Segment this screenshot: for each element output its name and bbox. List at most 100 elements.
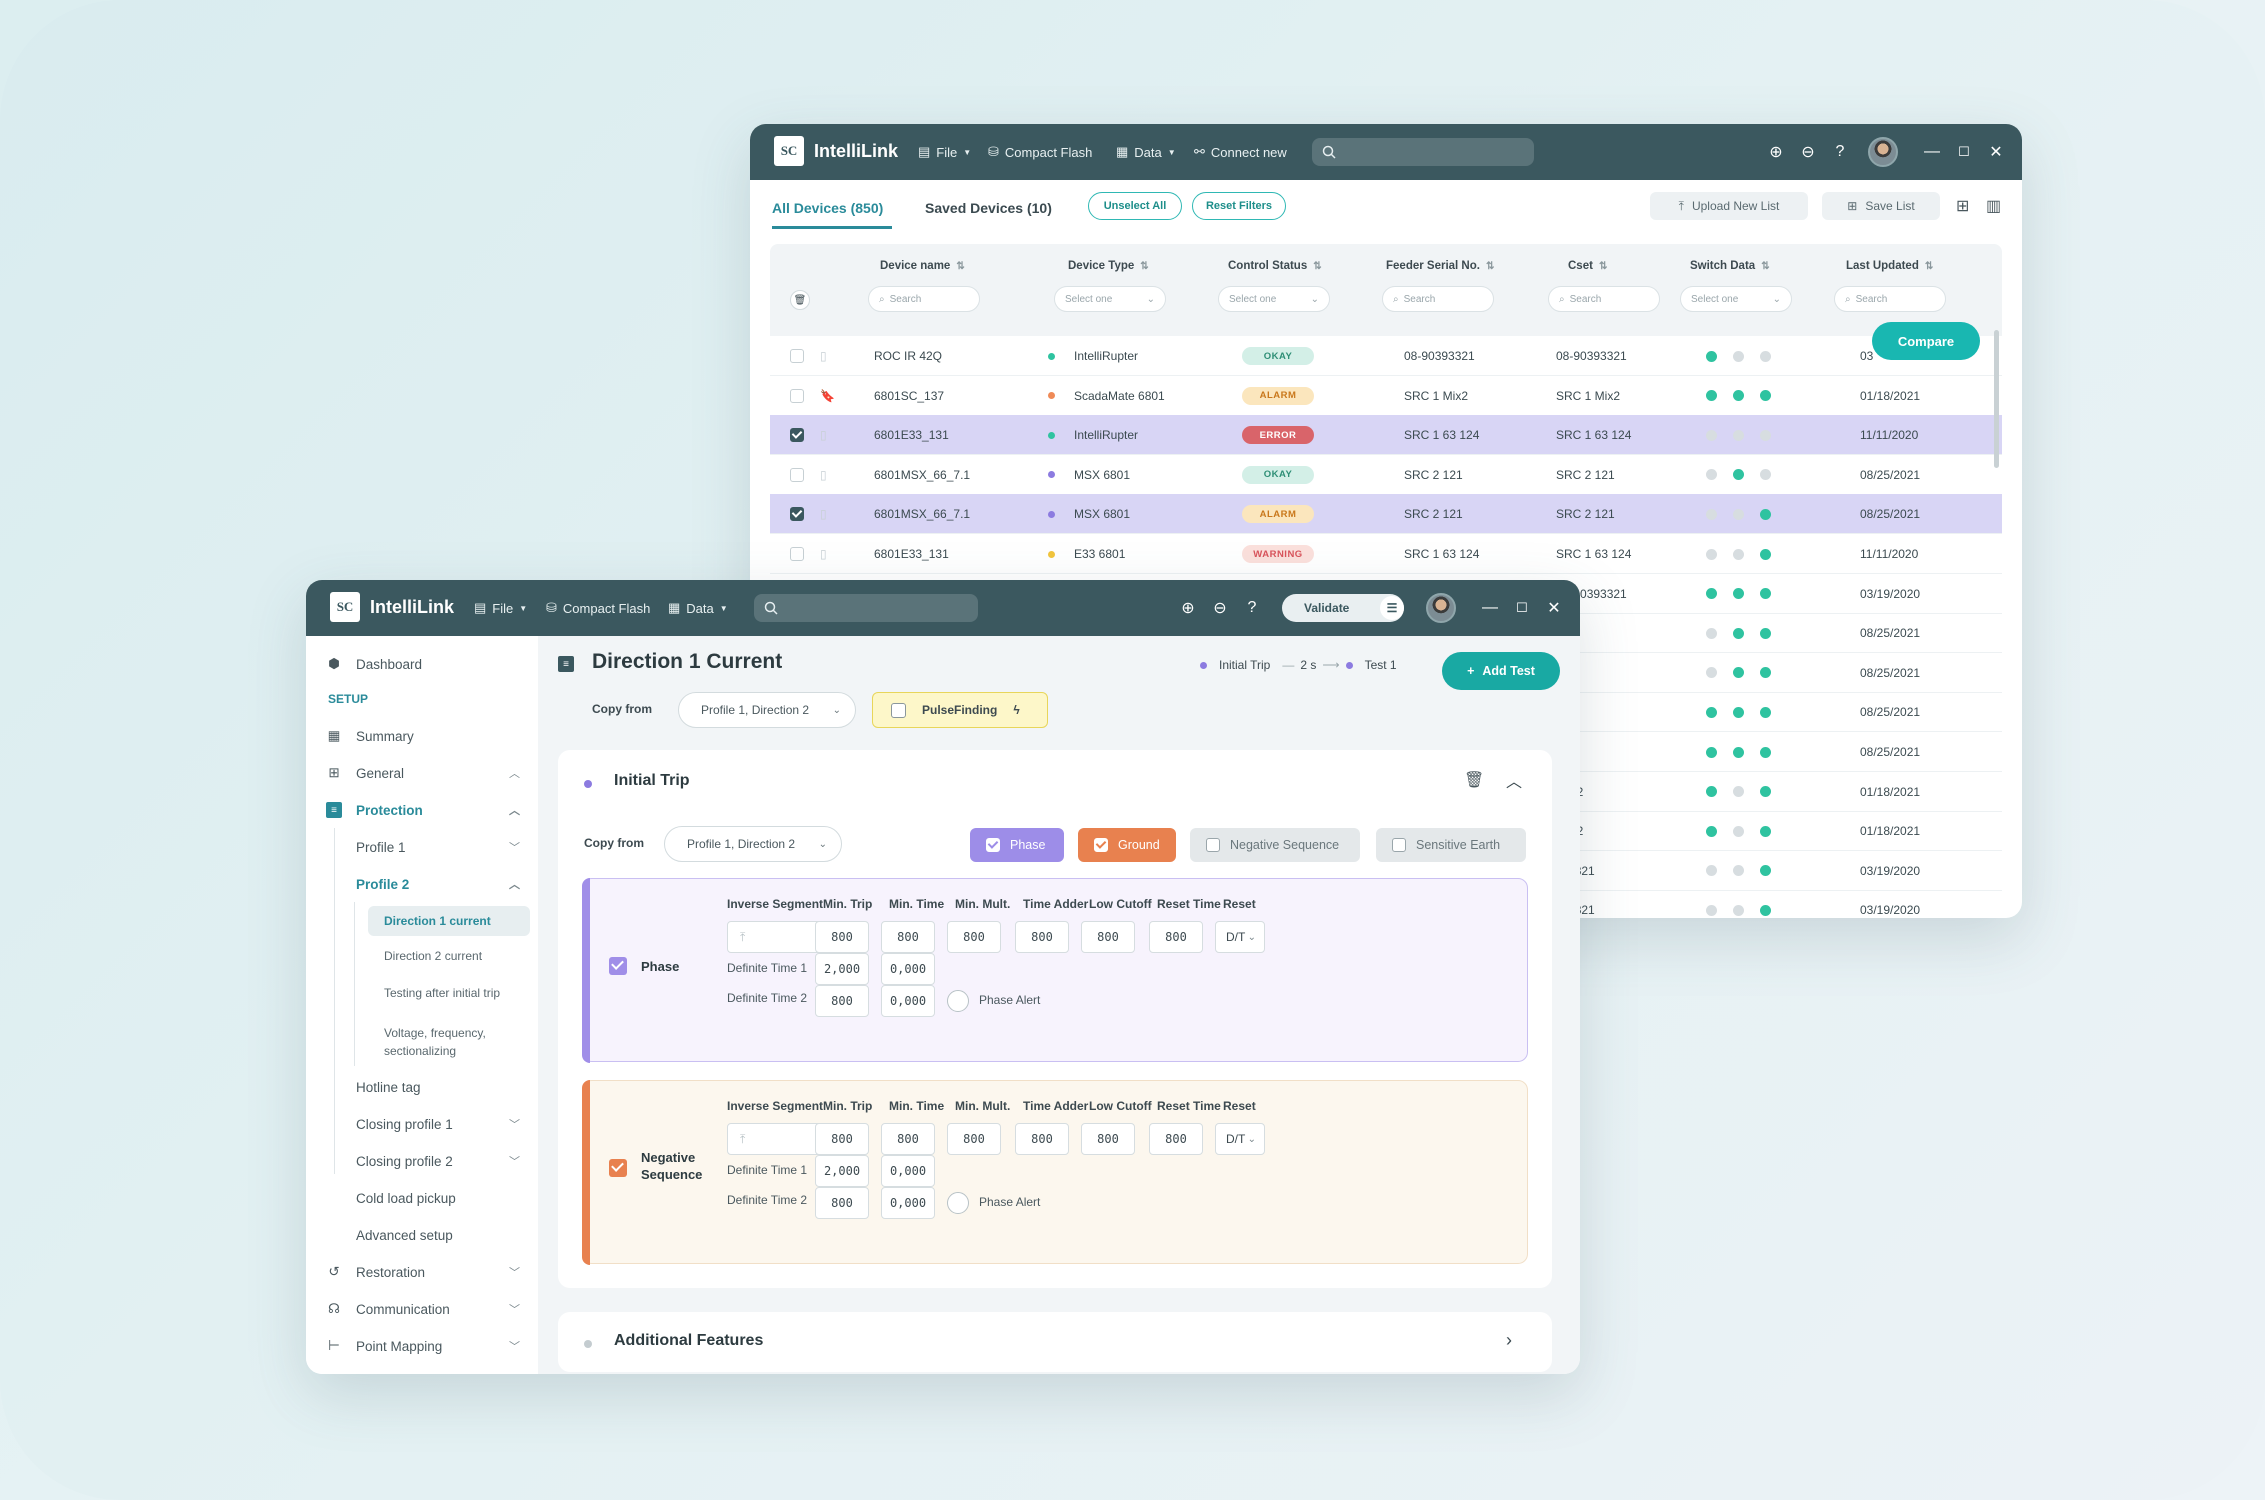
menu-connect-new[interactable]: ⚯ Connect new [1194,124,1287,180]
definite-time-1-trip[interactable]: 2,000 [815,953,869,985]
phase-checkbox[interactable] [986,838,1000,852]
filter-feeder[interactable]: ⌕ Search [1382,286,1494,312]
row-checkbox-cell[interactable] [790,534,804,574]
timeline-step1[interactable]: Initial Trip [1219,658,1270,672]
trash-icon[interactable]: 🗑 [790,290,810,310]
col-control-status[interactable]: Control Status ⇅ [1228,260,1322,272]
pulsefinding-toggle[interactable]: PulseFinding ϟ [872,692,1048,728]
columns-icon[interactable]: ▥ [1986,196,2001,216]
min-mult-input[interactable]: 800 [947,921,1001,953]
avatar[interactable] [1868,137,1898,167]
definite-time-2-trip[interactable]: 800 [815,985,869,1017]
low-cutoff-input[interactable]: 800 [1081,921,1135,953]
sidebar-item-restoration[interactable]: ↺ Restoration ﹀ [306,1254,538,1290]
sidebar-item-profile2[interactable]: Profile 2 ︿ [306,866,538,902]
row-checkbox-cell[interactable] [790,415,804,455]
chevron-up-icon[interactable]: ︿ [1506,768,1522,792]
min-trip-input[interactable]: 800 [815,1123,869,1155]
definite-time-2-trip[interactable]: 800 [815,1187,869,1219]
sidebar-item-closing1[interactable]: Closing profile 1 ﹀ [306,1106,538,1142]
phase-alert-radio[interactable] [947,1192,969,1214]
add-test-button[interactable]: + Add Test [1442,652,1560,690]
definite-time-1-time[interactable]: 0,000 [881,953,935,985]
table-row[interactable]: ▯ 6801MSX_66_7.1 MSX 6801 OKAY SRC 2 121 SRC … [770,455,2002,495]
row-checkbox[interactable] [790,467,804,482]
time-adder-input[interactable]: 800 [1015,1123,1069,1155]
col-switch-data[interactable]: Switch Data ⇅ [1690,260,1770,272]
row-checkbox[interactable] [790,388,804,403]
grid-view-icon[interactable]: ⊞ [1956,196,1969,216]
time-adder-input[interactable]: 800 [1015,921,1069,953]
menu-data[interactable]: ▦ Data ▼ [668,580,728,636]
filter-device-name[interactable]: ⌕ Search [868,286,980,312]
ground-checkbox[interactable] [1094,838,1108,852]
sidebar-item-summary[interactable]: ▦ Summary [306,718,538,754]
phase-checkbox[interactable] [609,957,627,975]
help-icon[interactable]: ? [1828,124,1852,180]
table-row[interactable]: ▯ ROC IR 42Q IntelliRupter OKAY 08-90393321 0… [770,336,2002,376]
save-list-button[interactable]: ⊞ Save List [1822,192,1940,220]
sidebar-item-direction2[interactable]: Direction 2 current [384,949,482,963]
help-icon[interactable]: ? [1240,580,1264,636]
menu-file[interactable]: ▤ File ▼ [474,580,527,636]
search-input[interactable] [754,594,978,622]
filter-cset[interactable]: ⌕ Search [1548,286,1660,312]
tab-all-devices[interactable]: All Devices (850) [772,200,883,216]
filter-device-type[interactable]: Select one ⌄ [1054,286,1166,312]
chip-negative-sequence[interactable]: Negative Sequence [1190,828,1360,862]
low-cutoff-input[interactable]: 800 [1081,1123,1135,1155]
phase-alert-radio[interactable] [947,990,969,1012]
chip-sensitive-earth[interactable]: Sensitive Earth [1376,828,1526,862]
definite-time-1-time[interactable]: 0,000 [881,1155,935,1187]
tab-saved-devices[interactable]: Saved Devices (10) [925,200,1052,216]
negative-sequence-checkbox[interactable] [1206,838,1220,852]
menu-file[interactable]: ▤ File ▼ [918,124,971,180]
row-checkbox[interactable] [790,547,804,561]
bookmark-icon[interactable]: 🔖 [820,376,835,416]
reset-filters-button[interactable]: Reset Filters [1192,192,1286,220]
bookmark-icon[interactable]: ▯ [820,534,827,574]
col-device-name[interactable]: Device name ⇅ [880,260,965,272]
bookmark-icon[interactable]: ▯ [820,494,827,534]
unselect-all-button[interactable]: Unselect All [1088,192,1182,220]
sidebar-item-communication[interactable]: ☊ Communication ﹀ [306,1291,538,1327]
definite-time-2-time[interactable]: 0,000 [881,985,935,1017]
zoom-in-icon[interactable]: ⊕ [1764,124,1788,180]
pulsefinding-checkbox[interactable] [891,702,906,718]
min-trip-input[interactable]: 800 [815,921,869,953]
filter-switch-data[interactable]: Select one ⌄ [1680,286,1792,312]
close-icon[interactable]: ✕ [1984,124,2008,180]
col-last-updated[interactable]: Last Updated ⇅ [1846,260,1933,272]
bookmark-icon[interactable]: ▯ [820,336,827,376]
filter-last-updated[interactable]: ⌕ Search [1834,286,1946,312]
sidebar-item-cold-load[interactable]: Cold load pickup [306,1180,538,1216]
trash-icon[interactable]: 🗑 [1464,770,1484,790]
col-feeder-serial[interactable]: Feeder Serial No. ⇅ [1386,260,1494,272]
zoom-in-icon[interactable]: ⊕ [1176,580,1200,636]
sidebar-item-protection[interactable]: ≡ Protection ︿ [306,792,538,828]
menu-compact-flash[interactable]: ⛁ Compact Flash [988,124,1092,180]
sidebar-item-dashboard[interactable]: ⬢ Dashboard [306,646,538,682]
sidebar-item-advanced[interactable]: Advanced setup [306,1217,538,1253]
sidebar-item-direction1[interactable]: Direction 1 current [368,906,530,936]
compare-button[interactable]: Compare [1872,322,1980,360]
row-checkbox-cell[interactable] [790,455,804,495]
reset-time-input[interactable]: 800 [1149,1123,1203,1155]
chip-phase[interactable]: Phase [970,828,1064,862]
zoom-out-icon[interactable]: ⊖ [1208,580,1232,636]
sidebar-item-point-mapping[interactable]: ⊢ Point Mapping ﹀ [306,1328,538,1364]
min-time-input[interactable]: 800 [881,1123,935,1155]
table-row[interactable]: ▯ 6801E33_131 IntelliRupter ERROR SRC 1 63 1… [770,415,2002,456]
chip-ground[interactable]: Ground [1078,828,1176,862]
sidebar-item-closing2[interactable]: Closing profile 2 ﹀ [306,1143,538,1179]
search-input[interactable] [1312,138,1534,166]
sensitive-earth-checkbox[interactable] [1392,838,1406,852]
table-row[interactable]: ▯ 6801MSX_66_7.1 MSX 6801 ALARM SRC 2 121 SRC… [770,494,2002,535]
row-checkbox-cell[interactable] [790,494,804,534]
row-checkbox[interactable] [790,507,804,522]
minimize-icon[interactable]: — [1920,124,1944,180]
reset-time-input[interactable]: 800 [1149,921,1203,953]
zoom-out-icon[interactable]: ⊖ [1796,124,1820,180]
upload-new-list-button[interactable]: ⤒ Upload New List [1650,192,1808,220]
menu-compact-flash[interactable]: ⛁ Compact Flash [546,580,650,636]
